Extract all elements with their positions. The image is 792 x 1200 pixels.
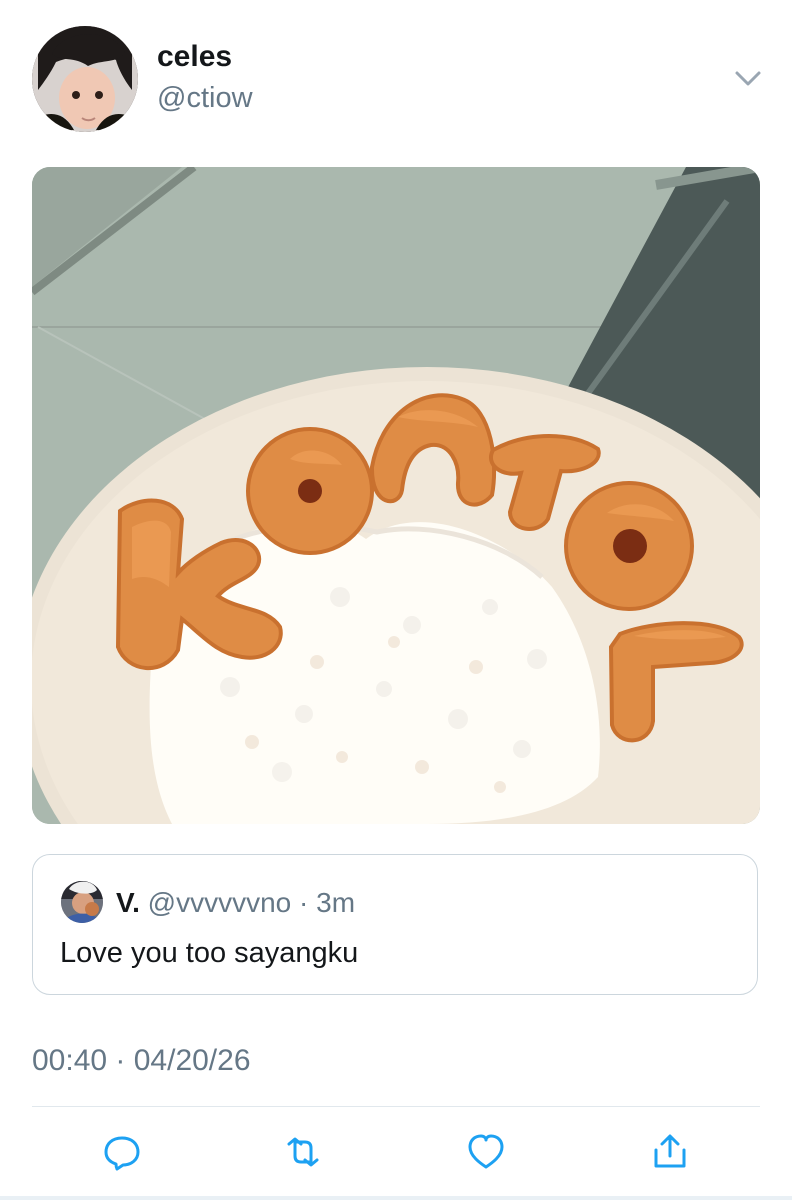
- tweet-media-photo[interactable]: [32, 167, 760, 824]
- tweet-header: celes @ctiow: [0, 0, 792, 150]
- author-avatar[interactable]: [32, 26, 138, 132]
- like-icon[interactable]: [466, 1132, 506, 1172]
- quoted-author-name[interactable]: V.: [116, 887, 140, 918]
- share-icon[interactable]: [650, 1132, 690, 1172]
- tweet-timestamp[interactable]: 00:40 · 04/20/26: [32, 1044, 251, 1078]
- food-photo: [32, 167, 760, 824]
- quoted-tweet-meta: V. @vvvvvvno · 3m: [116, 887, 355, 919]
- quoted-author-avatar[interactable]: [61, 881, 103, 923]
- meta-separator: ·: [299, 887, 309, 918]
- avatar-photo: [32, 26, 138, 132]
- author-handle[interactable]: @ctiow: [157, 82, 253, 115]
- quoted-tweet-time: 3m: [316, 887, 356, 918]
- quoted-avatar-photo: [61, 881, 103, 923]
- quoted-tweet-text: Love you too sayangku: [60, 937, 359, 969]
- reply-icon[interactable]: [102, 1132, 142, 1172]
- chevron-down-icon[interactable]: [732, 64, 764, 92]
- retweet-icon[interactable]: [283, 1132, 323, 1172]
- bottom-separator: [0, 1196, 792, 1200]
- quoted-tweet-card[interactable]: V. @vvvvvvno · 3m Love you too sayangku: [32, 854, 758, 995]
- quoted-author-handle[interactable]: @vvvvvvno: [148, 887, 292, 918]
- author-display-name[interactable]: celes: [157, 40, 232, 74]
- divider: [32, 1106, 760, 1107]
